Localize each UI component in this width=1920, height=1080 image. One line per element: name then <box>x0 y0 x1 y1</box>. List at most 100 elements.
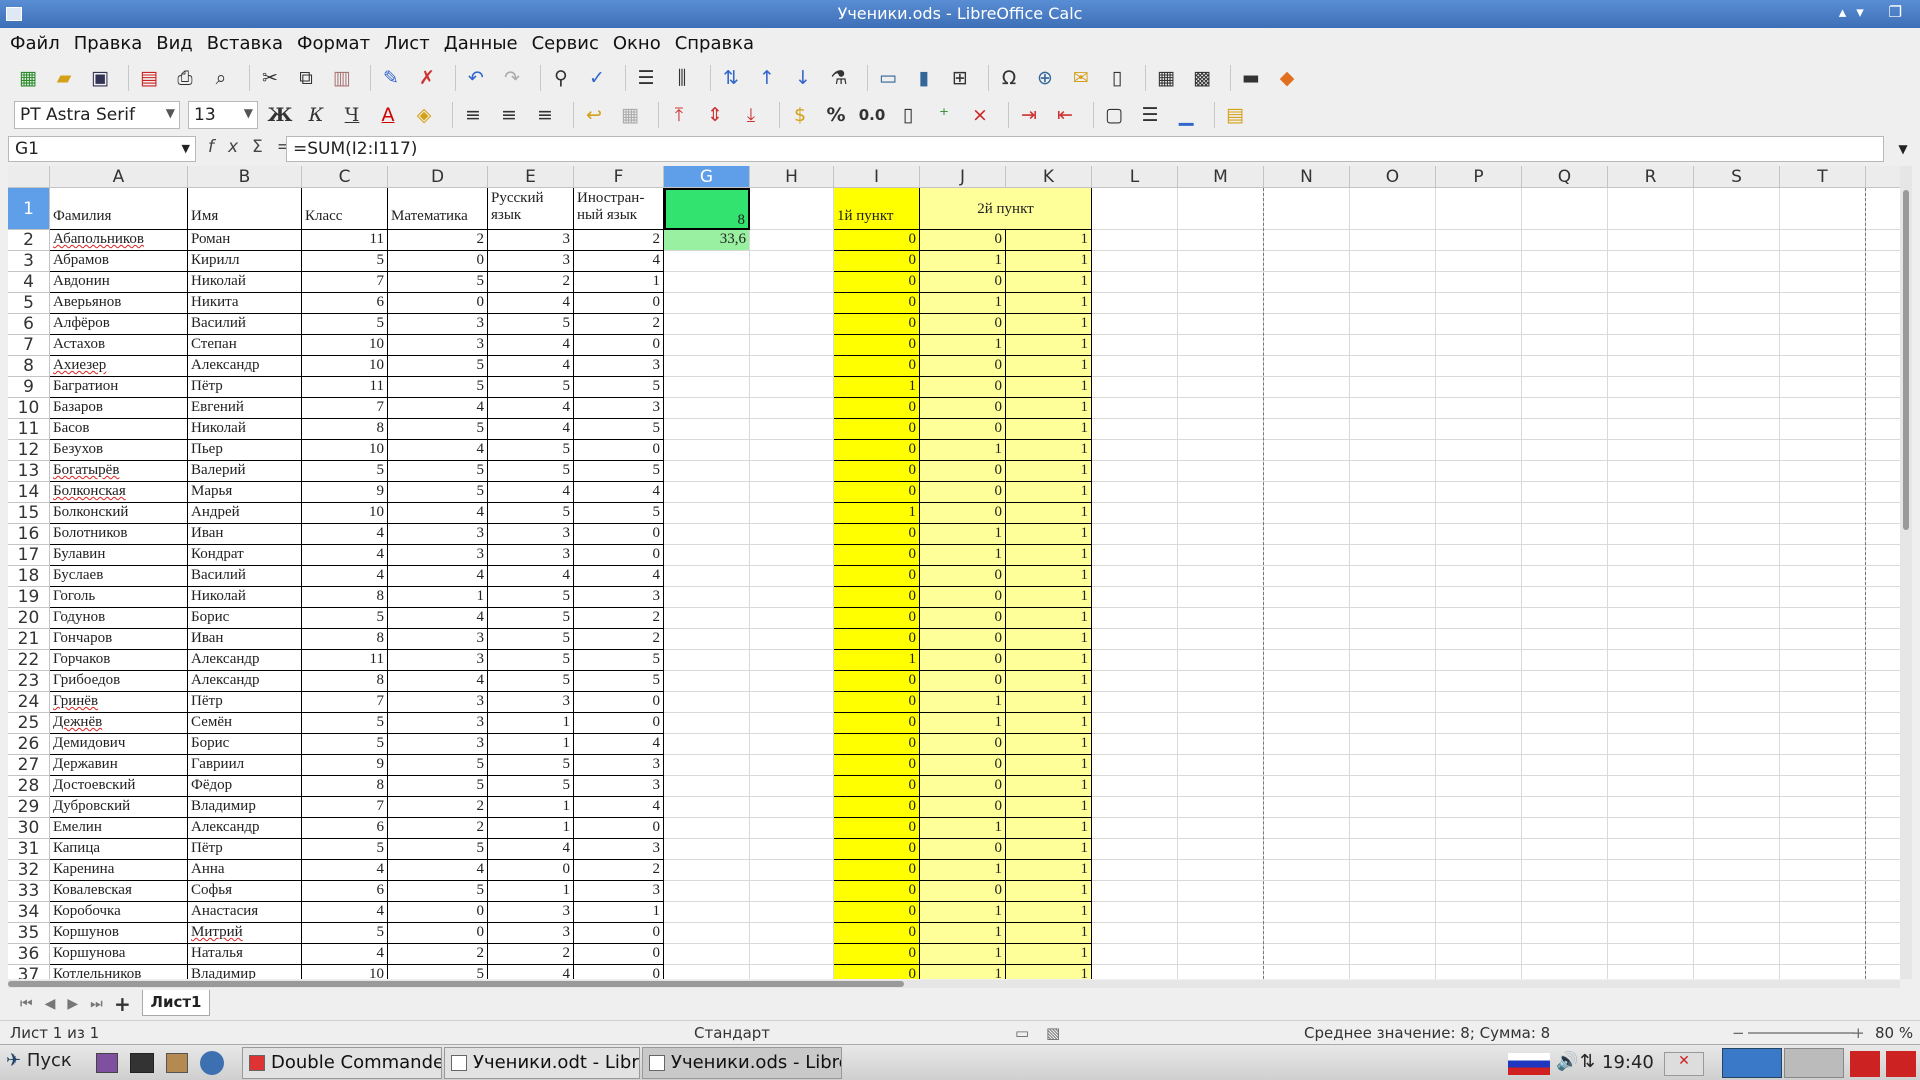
point2-cell[interactable]: 1 <box>1006 461 1092 482</box>
cell[interactable] <box>1350 398 1436 419</box>
cell[interactable] <box>1178 251 1264 272</box>
row-header[interactable]: 11 <box>8 419 50 440</box>
cell[interactable] <box>664 377 750 398</box>
cell[interactable] <box>1608 629 1694 650</box>
row-header[interactable]: 12 <box>8 440 50 461</box>
cell[interactable] <box>1350 356 1436 377</box>
number-cell[interactable]: 4 <box>488 398 574 419</box>
number-cell[interactable]: 4 <box>574 566 664 587</box>
cell[interactable] <box>664 587 750 608</box>
add-sheet-icon[interactable]: + <box>114 992 131 1016</box>
cell[interactable] <box>1436 377 1522 398</box>
surname-cell[interactable]: Гончаров <box>50 629 188 650</box>
row-header[interactable]: 37 <box>8 965 50 979</box>
cell[interactable] <box>1608 314 1694 335</box>
number-cell[interactable]: 1 <box>488 881 574 902</box>
number-cell[interactable]: 5 <box>488 440 574 461</box>
cell[interactable] <box>750 692 834 713</box>
cell[interactable] <box>1608 650 1694 671</box>
status-page-style[interactable]: Стандарт <box>694 1024 770 1042</box>
cell[interactable] <box>1178 398 1264 419</box>
row-header[interactable]: 21 <box>8 629 50 650</box>
name-cell[interactable]: Николай <box>188 272 302 293</box>
row-header[interactable]: 25 <box>8 713 50 734</box>
point1-cell[interactable]: 0 <box>834 860 920 881</box>
number-cell[interactable]: 2 <box>388 230 488 251</box>
cell[interactable] <box>1522 671 1608 692</box>
new-icon[interactable]: ▦ <box>14 64 42 92</box>
number-cell[interactable]: 3 <box>388 335 488 356</box>
column-header-h[interactable]: H <box>750 166 834 188</box>
cell[interactable] <box>1178 776 1264 797</box>
point1-cell[interactable]: 0 <box>834 839 920 860</box>
point2-cell[interactable]: 1 <box>1006 587 1092 608</box>
cell[interactable] <box>1264 797 1350 818</box>
point2-cell[interactable]: 1 <box>920 692 1006 713</box>
number-cell[interactable]: 0 <box>574 818 664 839</box>
cell[interactable] <box>1866 545 1900 566</box>
number-cell[interactable]: 11 <box>302 377 388 398</box>
number-cell[interactable]: 3 <box>388 629 488 650</box>
cell[interactable] <box>1608 524 1694 545</box>
cell[interactable] <box>1092 902 1178 923</box>
header-cell-c[interactable]: Класс <box>302 188 388 230</box>
cell[interactable] <box>1522 608 1608 629</box>
cell[interactable] <box>1866 188 1900 230</box>
horizontal-scrollbar[interactable] <box>8 980 1900 988</box>
split-window-icon[interactable]: ▬ <box>1237 64 1265 92</box>
cell[interactable] <box>1264 335 1350 356</box>
cell[interactable] <box>1092 251 1178 272</box>
number-cell[interactable]: 4 <box>388 860 488 881</box>
surname-cell[interactable]: Алфёров <box>50 314 188 335</box>
point2-cell[interactable]: 1 <box>1006 335 1092 356</box>
cell[interactable] <box>1264 545 1350 566</box>
cell[interactable] <box>1608 944 1694 965</box>
cell[interactable] <box>1436 776 1522 797</box>
header-cell-f[interactable]: Иностран-ный язык <box>574 188 664 230</box>
cell[interactable] <box>1178 608 1264 629</box>
surname-cell[interactable]: Державин <box>50 755 188 776</box>
row-header[interactable]: 4 <box>8 272 50 293</box>
surname-cell[interactable]: Котлельников <box>50 965 188 979</box>
cell[interactable] <box>1264 503 1350 524</box>
cell[interactable] <box>1694 356 1780 377</box>
point2-cell[interactable]: 1 <box>1006 503 1092 524</box>
number-cell[interactable]: 5 <box>388 965 488 979</box>
number-cell[interactable]: 3 <box>488 251 574 272</box>
cell[interactable] <box>1350 923 1436 944</box>
point1-cell[interactable]: 0 <box>834 965 920 979</box>
surname-cell[interactable]: Гринёв <box>50 692 188 713</box>
row-header[interactable]: 28 <box>8 776 50 797</box>
cell[interactable] <box>1780 881 1866 902</box>
point1-cell[interactable]: 0 <box>834 293 920 314</box>
cell[interactable] <box>1522 461 1608 482</box>
point2-cell[interactable]: 1 <box>1006 797 1092 818</box>
cell[interactable] <box>1608 881 1694 902</box>
date-format-icon[interactable]: ▯ <box>894 101 922 129</box>
cell[interactable] <box>1694 272 1780 293</box>
row-header[interactable]: 2 <box>8 230 50 251</box>
cell[interactable] <box>1522 776 1608 797</box>
cell[interactable] <box>1436 839 1522 860</box>
cell[interactable] <box>1092 461 1178 482</box>
cell[interactable] <box>1264 314 1350 335</box>
name-cell[interactable]: Николай <box>188 587 302 608</box>
point1-cell[interactable]: 0 <box>834 734 920 755</box>
cell[interactable] <box>1866 671 1900 692</box>
cell[interactable] <box>1866 314 1900 335</box>
paste-icon[interactable]: ▥ <box>328 64 356 92</box>
name-cell[interactable]: Анастасия <box>188 902 302 923</box>
cell[interactable] <box>1350 629 1436 650</box>
cell[interactable] <box>1264 293 1350 314</box>
cell[interactable] <box>664 713 750 734</box>
cell[interactable] <box>750 587 834 608</box>
cell[interactable] <box>1866 692 1900 713</box>
number-cell[interactable]: 3 <box>388 713 488 734</box>
cell[interactable] <box>664 251 750 272</box>
conditional-format-icon[interactable]: ▤ <box>1221 101 1249 129</box>
point2-cell[interactable]: 1 <box>920 902 1006 923</box>
cell[interactable] <box>750 881 834 902</box>
cell[interactable] <box>1178 629 1264 650</box>
cell[interactable] <box>750 923 834 944</box>
number-cell[interactable]: 4 <box>488 566 574 587</box>
